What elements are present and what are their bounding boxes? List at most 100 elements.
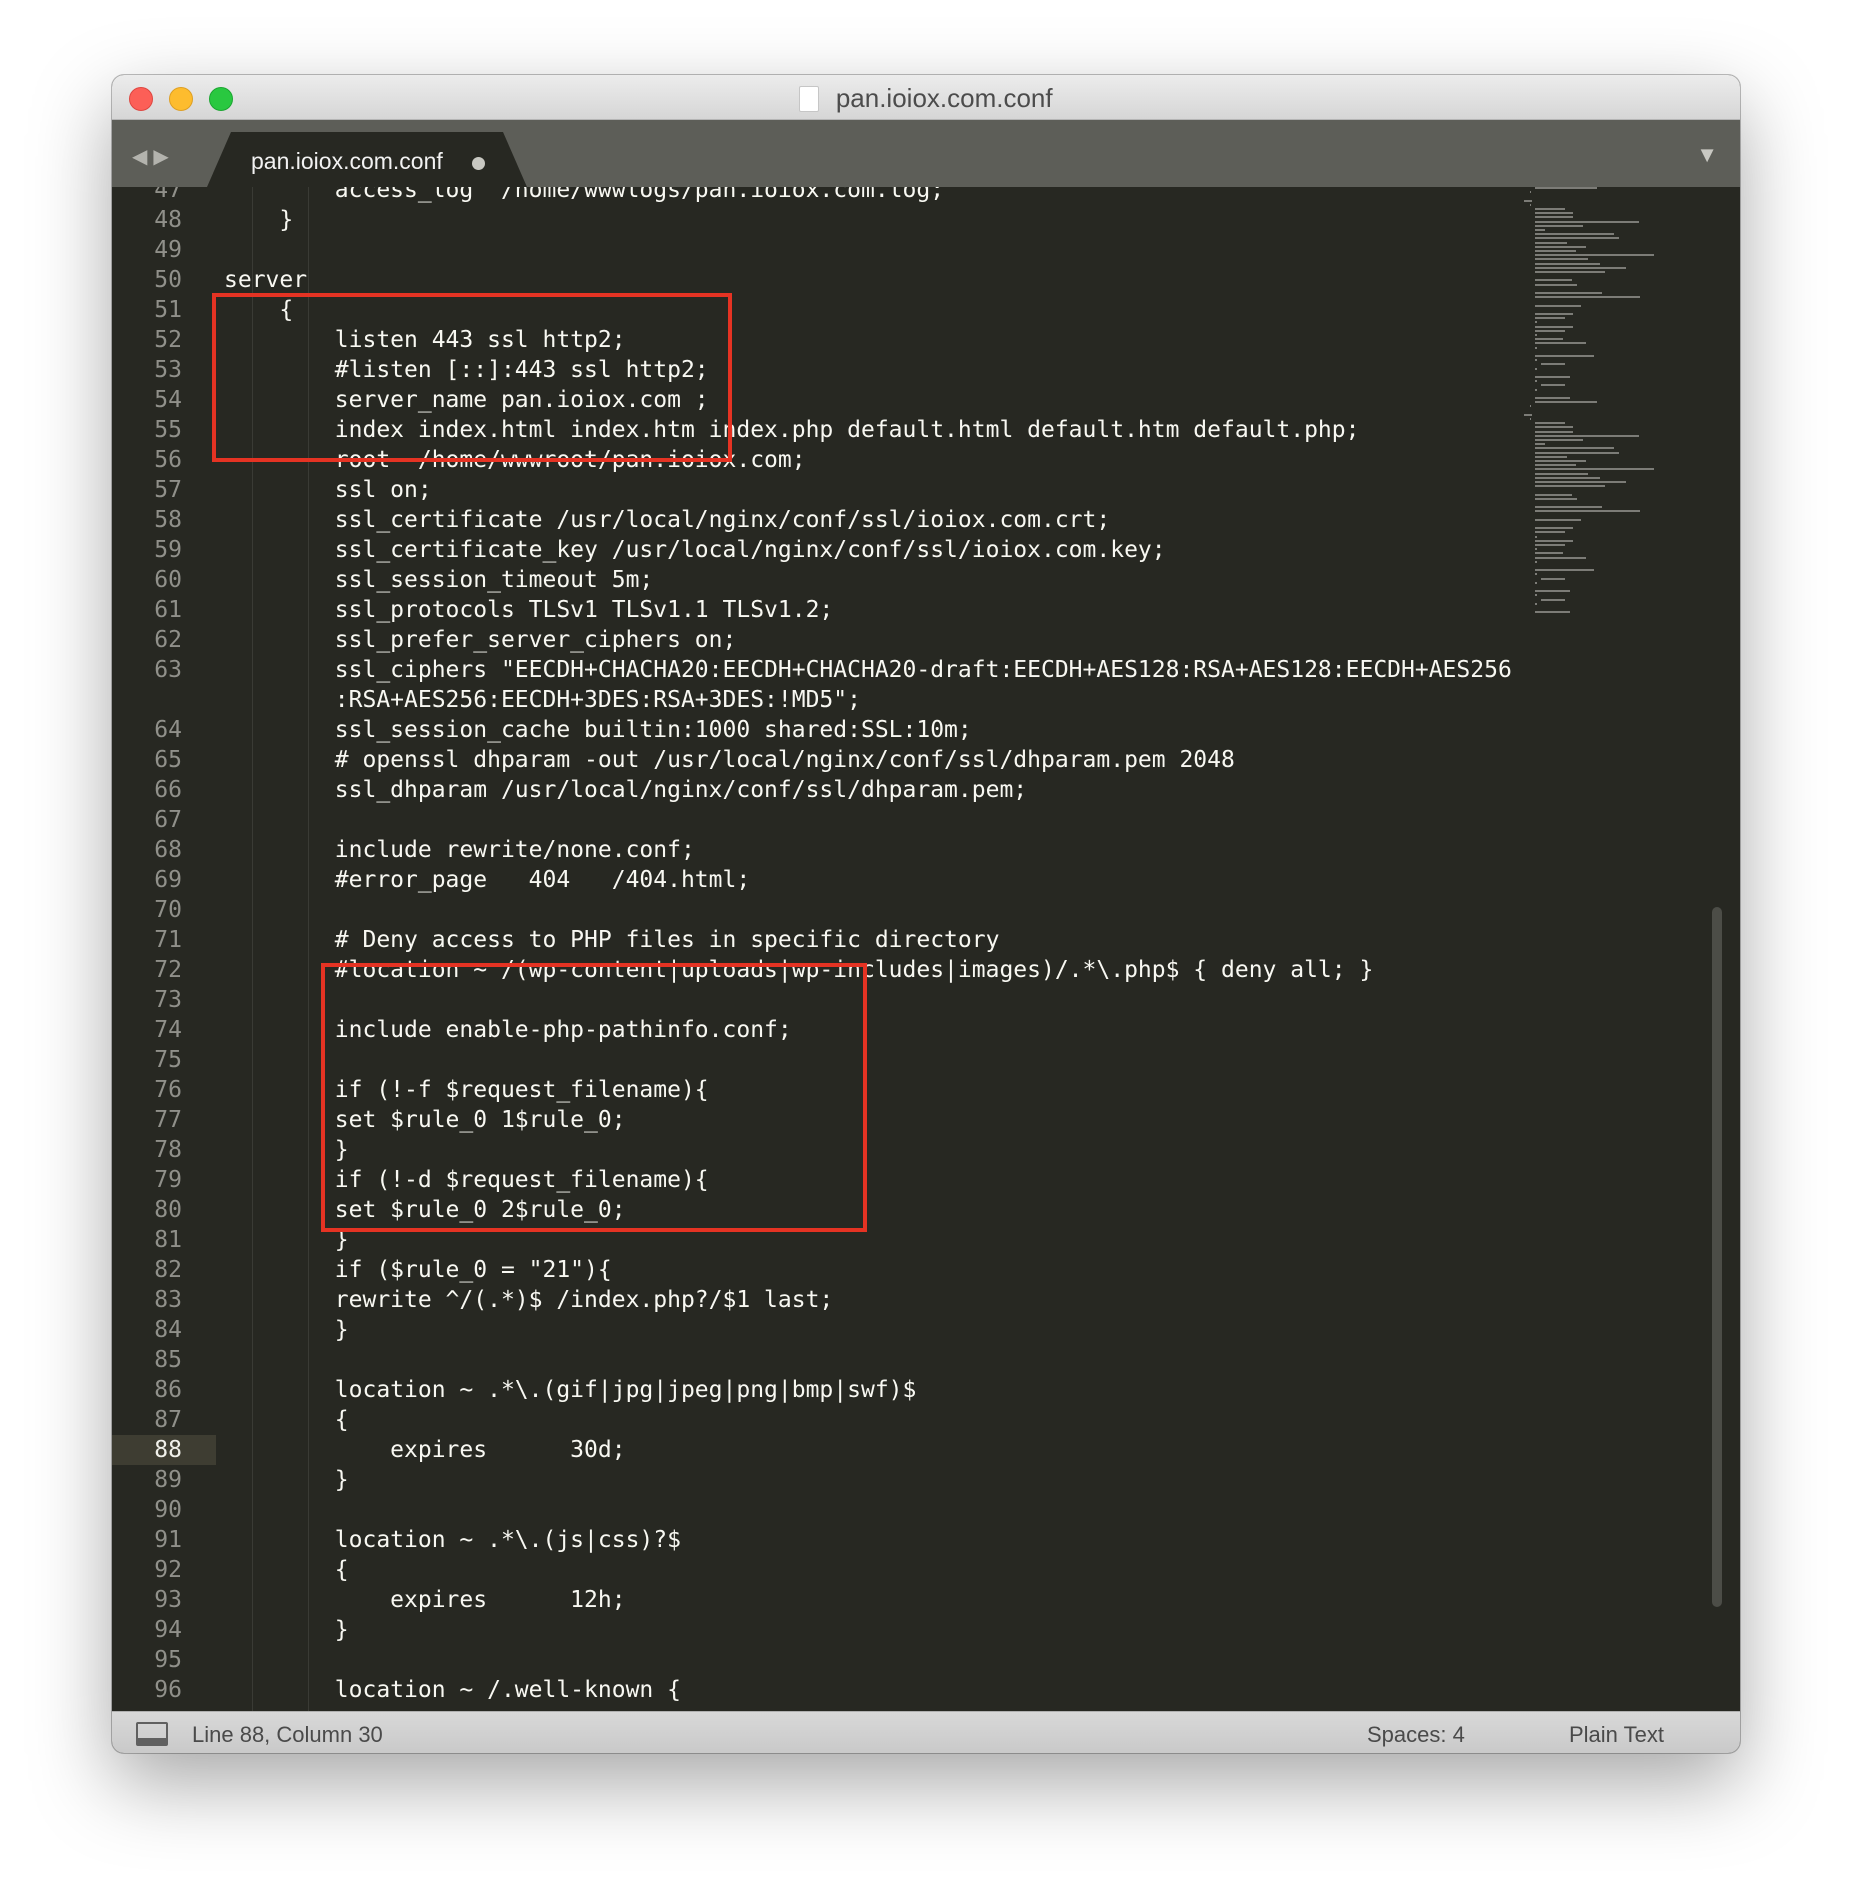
code-line[interactable]: 68 include rewrite/none.conf; <box>112 835 1740 865</box>
line-text: index index.html index.htm index.php def… <box>224 417 1360 443</box>
code-line[interactable]: 67 <box>112 805 1740 835</box>
code-line[interactable]: 53 #listen [::]:443 ssl http2; <box>112 355 1740 385</box>
window-title: pan.ioiox.com.conf <box>835 83 1053 113</box>
code-line[interactable]: 61 ssl_protocols TLSv1 TLSv1.1 TLSv1.2; <box>112 595 1740 625</box>
code-line[interactable]: 57 ssl on; <box>112 475 1740 505</box>
code-line[interactable]: 56 root /home/wwwroot/pan.ioiox.com; <box>112 445 1740 475</box>
indentation-setting[interactable]: Spaces: 4 <box>1367 1722 1465 1748</box>
code-line[interactable]: 47 access_log /home/wwwlogs/pan.ioiox.co… <box>112 187 1740 205</box>
code-line[interactable]: 60 ssl_session_timeout 5m; <box>112 565 1740 595</box>
code-line[interactable]: 93 expires 12h; <box>112 1585 1740 1615</box>
code-line[interactable]: 59 ssl_certificate_key /usr/local/nginx/… <box>112 535 1740 565</box>
code-line[interactable]: 66 ssl_dhparam /usr/local/nginx/conf/ssl… <box>112 775 1740 805</box>
code-line[interactable]: 91 location ~ .*\.(js|css)?$ <box>112 1525 1740 1555</box>
minimap-line <box>1535 342 1586 345</box>
minimap-line <box>1535 212 1573 215</box>
cursor-position[interactable]: Line 88, Column 30 <box>192 1722 383 1748</box>
code-line[interactable]: 78 } <box>112 1135 1740 1165</box>
code-line[interactable]: 49 <box>112 235 1740 265</box>
line-number: 64 <box>154 717 182 743</box>
back-arrow-icon[interactable]: ◀ <box>132 146 153 168</box>
tab-menu-icon[interactable]: ▼ <box>1696 142 1718 168</box>
code-line[interactable]: 89 } <box>112 1465 1740 1495</box>
minimap-line <box>1535 279 1572 282</box>
code-editor[interactable]: 47 access_log /home/wwwlogs/pan.ioiox.co… <box>112 187 1740 1711</box>
scroll-thumb[interactable] <box>1712 907 1722 1607</box>
code-line[interactable]: 94 } <box>112 1615 1740 1645</box>
code-line[interactable]: 65 # openssl dhparam -out /usr/local/ngi… <box>112 745 1740 775</box>
code-line[interactable]: 52 listen 443 ssl http2; <box>112 325 1740 355</box>
code-line[interactable]: 76 if (!-f $request_filename){ <box>112 1075 1740 1105</box>
line-number: 51 <box>154 297 182 323</box>
code-line[interactable]: 48 } <box>112 205 1740 235</box>
code-line[interactable]: 83 rewrite ^/(.*)$ /index.php?/$1 last; <box>112 1285 1740 1315</box>
tab-active-file[interactable]: pan.ioiox.com.conf <box>207 132 527 187</box>
line-number: 91 <box>154 1527 182 1553</box>
forward-arrow-icon[interactable]: ▶ <box>153 146 174 168</box>
code-line[interactable]: 54 server_name pan.ioiox.com ; <box>112 385 1740 415</box>
code-line[interactable]: 80 set $rule_0 2$rule_0; <box>112 1195 1740 1225</box>
syntax-mode[interactable]: Plain Text <box>1569 1722 1664 1748</box>
line-number: 65 <box>154 747 182 773</box>
minimap-line <box>1535 481 1627 483</box>
code-line[interactable]: 50 server <box>112 265 1740 295</box>
minimap[interactable] <box>1524 187 1674 627</box>
panel-toggle-icon[interactable] <box>136 1722 168 1746</box>
minimap-line <box>1535 531 1565 534</box>
code-line[interactable]: 58 ssl_certificate /usr/local/nginx/conf… <box>112 505 1740 535</box>
line-text: } <box>224 1227 349 1253</box>
code-lines: 47 access_log /home/wwwlogs/pan.ioiox.co… <box>112 187 1740 1705</box>
line-number: 54 <box>154 387 182 413</box>
minimap-line <box>1524 413 1533 416</box>
tab-nav-arrows: ◀▶ <box>132 144 175 169</box>
code-line[interactable]: 77 set $rule_0 1$rule_0; <box>112 1105 1740 1135</box>
code-line[interactable]: 90 <box>112 1495 1740 1525</box>
minimap-line <box>1535 569 1594 572</box>
code-line[interactable]: 92 { <box>112 1555 1740 1585</box>
code-line[interactable]: 85 <box>112 1345 1740 1375</box>
code-line[interactable]: :RSA+AES256:EECDH+3DES:RSA+3DES:!MD5"; <box>112 685 1740 715</box>
line-number: 57 <box>154 477 182 503</box>
minimap-line <box>1535 611 1571 614</box>
code-line[interactable]: 70 <box>112 895 1740 925</box>
minimap-line <box>1535 485 1606 488</box>
code-line[interactable]: 88 expires 30d; <box>112 1435 1740 1465</box>
code-line[interactable]: 71 # Deny access to PHP files in specifi… <box>112 925 1740 955</box>
code-line[interactable]: 81 } <box>112 1225 1740 1255</box>
code-line[interactable]: 64 ssl_session_cache builtin:1000 shared… <box>112 715 1740 745</box>
code-line[interactable]: 63 ssl_ciphers "EECDH+CHACHA20:EECDH+CHA… <box>112 655 1740 685</box>
line-text: } <box>224 1617 349 1643</box>
code-line[interactable]: 72 #location ~ /(wp-content|uploads|wp-i… <box>112 955 1740 985</box>
minimap-line <box>1535 271 1606 273</box>
line-text: # openssl dhparam -out /usr/local/nginx/… <box>224 747 1235 773</box>
code-line[interactable]: 82 if ($rule_0 = "21"){ <box>112 1255 1740 1285</box>
code-line[interactable]: 84 } <box>112 1315 1740 1345</box>
minimap-line <box>1535 296 1641 299</box>
vertical-scrollbar[interactable] <box>1710 187 1724 1711</box>
code-line[interactable]: 87 { <box>112 1405 1740 1435</box>
minimap-line <box>1535 224 1583 227</box>
code-line[interactable]: 96 location ~ /.well-known { <box>112 1675 1740 1705</box>
line-number: 95 <box>154 1647 182 1673</box>
line-number: 56 <box>154 447 182 473</box>
unsaved-dot-icon[interactable] <box>472 157 485 170</box>
minimap-line <box>1535 426 1573 429</box>
line-text: if (!-f $request_filename){ <box>224 1077 709 1103</box>
minimap-line <box>1540 363 1565 366</box>
line-number: 55 <box>154 417 182 443</box>
minimap-line <box>1535 229 1545 231</box>
code-line[interactable]: 62 ssl_prefer_server_ciphers on; <box>112 625 1740 655</box>
code-line[interactable]: 79 if (!-d $request_filename){ <box>112 1165 1740 1195</box>
line-text: location ~ /.well-known { <box>224 1677 681 1703</box>
code-line[interactable]: 55 index index.html index.htm index.php … <box>112 415 1740 445</box>
code-line[interactable]: 73 <box>112 985 1740 1015</box>
code-line[interactable]: 95 <box>112 1645 1740 1675</box>
code-line[interactable]: 69 #error_page 404 /404.html; <box>112 865 1740 895</box>
code-line[interactable]: 74 include enable-php-pathinfo.conf; <box>112 1015 1740 1045</box>
line-text: ssl_protocols TLSv1 TLSv1.1 TLSv1.2; <box>224 597 834 623</box>
line-number: 84 <box>154 1317 182 1343</box>
code-line[interactable]: 86 location ~ .*\.(gif|jpg|jpeg|png|bmp|… <box>112 1375 1740 1405</box>
line-number: 61 <box>154 597 182 623</box>
code-line[interactable]: 51 { <box>112 295 1740 325</box>
code-line[interactable]: 75 <box>112 1045 1740 1075</box>
